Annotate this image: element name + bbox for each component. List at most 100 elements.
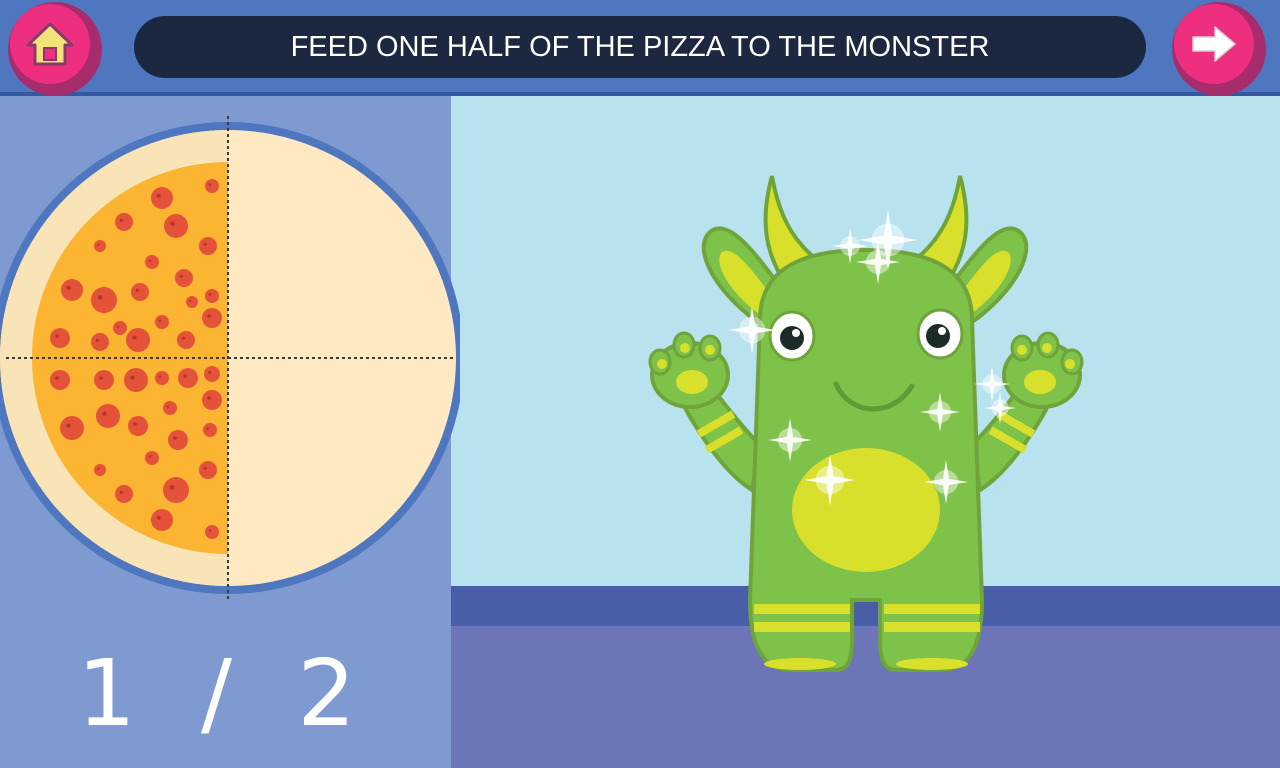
pepperoni-slice [96,404,120,428]
next-button-face[interactable] [1174,4,1254,84]
arrow-right-icon [1192,26,1236,62]
pepperoni-speck [181,336,185,340]
pepperoni-slice [91,333,109,351]
pepperoni-slice [151,187,173,209]
instruction-banner: FEED ONE HALF OF THE PIZZA TO THE MONSTE… [134,16,1146,78]
pepperoni-slice [145,255,159,269]
pepperoni-slice [199,237,217,255]
pepperoni-slice [91,287,117,313]
home-button-face[interactable] [10,4,90,84]
pepperoni-slice [155,315,169,329]
pepperoni-slice [124,368,148,392]
pepperoni-speck [119,218,123,222]
pepperoni-speck [203,242,207,246]
pepperoni-speck [97,243,100,246]
pizza[interactable] [0,110,460,610]
pepperoni-speck [148,259,152,262]
pepperoni-slice [199,461,217,479]
pepperoni-speck [55,376,59,380]
pepperoni-slice [177,331,195,349]
pepperoni-speck [207,314,211,318]
pepperoni-speck [97,295,103,300]
monster-leg-left-stripe [754,604,850,614]
pepperoni-slice [115,485,133,503]
monster-hand-right [1002,331,1084,409]
pepperoni-slice [205,525,219,539]
pepperoni-speck [102,411,107,416]
pepperoni-speck [97,467,100,470]
home-icon [26,22,74,66]
instruction-text: FEED ONE HALF OF THE PIZZA TO THE MONSTE… [290,30,990,63]
pepperoni-slice [94,240,106,252]
pepperoni-slice [126,328,150,352]
monster-foot-left [764,658,836,670]
monster-eye-left [768,310,816,362]
pepperoni-slice [163,477,189,503]
pepperoni-speck [158,375,162,378]
pepperoni-slice [94,464,106,476]
monster-leg-right-stripe-2 [884,622,980,632]
pepperoni-slice [115,213,133,231]
monster-leg-left-stripe-2 [754,622,850,632]
pepperoni-slice [131,283,149,301]
pepperoni-slice [175,269,193,287]
pepperoni-slice [163,401,177,415]
pepperoni-slice [151,509,173,531]
pepperoni-slice [50,370,70,390]
pepperoni-slice [202,390,222,410]
pepperoni-slice [113,321,127,335]
pepperoni-slice [178,368,198,388]
pepperoni-slice [205,289,219,303]
pepperoni-speck [66,285,71,290]
pepperoni-slice [61,279,83,301]
pepperoni-slice [204,366,220,382]
pepperoni-slice [155,371,169,385]
pepperoni-speck [119,490,123,494]
fraction-label: 1 / 2 [77,640,374,747]
monster[interactable] [640,170,1100,690]
pepperoni-speck [132,335,137,340]
pepperoni-slice [128,416,148,436]
pepperoni-slice [60,416,84,440]
pepperoni-speck [203,466,207,470]
pepperoni-speck [208,293,212,296]
monster-foot-right [896,658,968,670]
pepperoni-speck [166,405,170,408]
pepperoni-speck [158,319,162,322]
pepperoni-slice [202,308,222,328]
pepperoni-speck [133,422,137,426]
pepperoni-speck [173,436,177,440]
monster-leg-right-stripe [884,604,980,614]
pepperoni-speck [66,423,71,428]
monster-belly [792,448,940,572]
pepperoni-slice [94,370,114,390]
monster-eye-right [916,308,964,360]
home-button[interactable] [8,2,102,96]
pepperoni-slice [164,214,188,238]
pepperoni-speck [148,455,152,458]
pepperoni-speck [183,374,187,378]
pepperoni-slice [50,328,70,348]
pepperoni-slice [168,430,188,450]
pepperoni-slice [186,296,198,308]
pepperoni-speck [95,338,99,342]
pepperoni-speck [207,396,211,400]
next-button[interactable] [1172,2,1266,96]
pepperoni-slice [145,451,159,465]
pepperoni-speck [169,485,175,490]
pepperoni-speck [208,370,212,374]
pepperoni-speck [189,299,192,302]
pepperoni-speck [55,334,59,338]
pepperoni-slice [205,179,219,193]
pepperoni-speck [156,515,161,520]
pepperoni-speck [170,221,175,226]
pepperoni-speck [208,529,212,532]
pepperoni-speck [208,183,212,186]
monster-hand-left [648,331,730,409]
pepperoni-speck [99,376,103,380]
pepperoni-speck [179,274,183,278]
pepperoni-speck [116,325,120,328]
pepperoni-slice [203,423,217,437]
pepperoni-speck [156,193,161,198]
pepperoni-speck [135,288,139,292]
